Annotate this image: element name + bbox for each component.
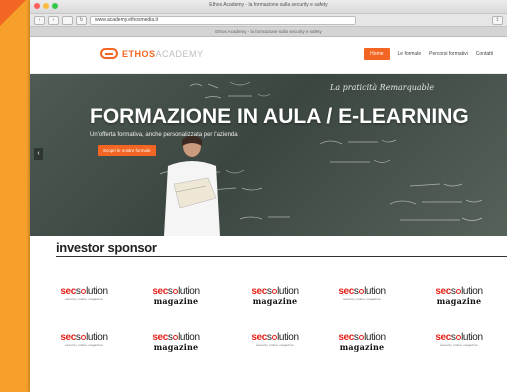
corner-accent (0, 0, 26, 26)
title-bar: Ethos Academy - la formazione sulla secu… (30, 0, 507, 14)
sol-text-a: s (450, 332, 456, 343)
site-header: ETHOSACADEMY Home Le formule Percorsi fo… (30, 37, 507, 74)
sol-text-b: lution (277, 332, 299, 343)
sol-text-b: lution (461, 332, 483, 343)
carousel-prev-button[interactable]: ‹ (34, 148, 43, 160)
secsolution-logo[interactable]: secs lution security online magazine (337, 287, 387, 302)
secsolution-logo[interactable]: secs lution security online magazine (59, 333, 109, 348)
tab-active[interactable]: Ethos Academy - la formazione sulla secu… (30, 27, 507, 37)
secsolution-logo[interactable]: secs lution magazine (337, 333, 387, 352)
magazine-text: magazine (153, 342, 199, 352)
address-bar[interactable]: www.academy.ethosmedia.it (90, 15, 356, 25)
secsolution-wordmark: secs lution (337, 287, 387, 297)
sec-text: sec (435, 332, 451, 343)
logo-mark-icon (100, 48, 118, 59)
sponsor-divider (56, 256, 507, 257)
person-with-book-image (164, 135, 220, 236)
sol-text-a: s (353, 286, 359, 297)
nav-item-percorsi[interactable]: Percorsi formativi (429, 51, 468, 57)
browser-window: Ethos Academy - la formazione sulla secu… (30, 0, 507, 392)
hero-title: FORMAZIONE IN AULA / E-LEARNING (90, 105, 469, 128)
nav-item-home[interactable]: Home (364, 48, 390, 60)
sec-text: sec (251, 332, 267, 343)
window-title: Ethos Academy - la formazione sulla secu… (209, 2, 328, 8)
sol-text-a: s (266, 332, 272, 343)
logo-text: ETHOSACADEMY (122, 49, 204, 59)
magazine-text: magazine (252, 296, 298, 306)
magazine-text: magazine (436, 296, 482, 306)
logo-text-ethos: ETHOS (122, 48, 156, 59)
secsolution-wordmark: secs lution (250, 333, 300, 343)
nav-item-formule[interactable]: Le formule (398, 51, 422, 57)
tagline-text: security online magazine (343, 297, 381, 301)
secsolution-logo[interactable]: secs lution security online magazine (434, 333, 484, 348)
forward-button[interactable]: › (48, 15, 59, 25)
sidebar-button[interactable] (62, 15, 73, 25)
sol-text-b: lution (364, 286, 386, 297)
tagline-text: security online magazine (65, 343, 103, 347)
magazine-text: magazine (153, 296, 199, 306)
secsolution-logo[interactable]: secs lution magazine (151, 333, 201, 352)
sec-text: sec (60, 286, 76, 297)
back-button[interactable]: ‹ (34, 15, 45, 25)
tagline-text: security online magazine (256, 343, 294, 347)
secsolution-logo[interactable]: secs lution security online magazine (59, 287, 109, 302)
secsolution-wordmark: secs lution (434, 333, 484, 343)
chalk-heading-text: La praticità Remarquable (329, 83, 434, 92)
secsolution-logo[interactable]: secs lution magazine (151, 287, 201, 306)
discover-formulas-button[interactable]: Scopri le nostre formule (98, 145, 156, 156)
tagline-text: security online magazine (440, 343, 478, 347)
secsolution-logo[interactable]: secs lution magazine (250, 287, 300, 306)
sol-text-a: s (75, 332, 81, 343)
sol-text-b: lution (86, 286, 108, 297)
browser-toolbar: ‹ › ↻ www.academy.ethosmedia.it ⇪ (30, 14, 507, 27)
ethos-academy-logo[interactable]: ETHOSACADEMY (100, 48, 204, 59)
hero-banner: La praticità Remarquable ‹ FORMAZIONE IN… (30, 74, 507, 236)
sec-text: sec (338, 286, 354, 297)
sponsor-heading: investor sponsor (56, 240, 157, 255)
sol-text-b: lution (86, 332, 108, 343)
sec-text: sec (60, 332, 76, 343)
share-button[interactable]: ⇪ (492, 15, 503, 25)
logo-text-academy: ACADEMY (155, 48, 204, 59)
nav-item-contatti[interactable]: Contatti (476, 51, 493, 57)
sol-text-a: s (75, 286, 81, 297)
secsolution-wordmark: secs lution (59, 287, 109, 297)
secsolution-logo[interactable]: secs lution magazine (434, 287, 484, 306)
secsolution-logo[interactable]: secs lution security online magazine (250, 333, 300, 348)
magazine-text: magazine (339, 342, 385, 352)
main-nav: Home Le formule Percorsi formativi Conta… (364, 48, 493, 60)
tagline-text: security online magazine (65, 297, 103, 301)
secsolution-wordmark: secs lution (59, 333, 109, 343)
hero-subtitle: Un'offerta formativa, anche personalizza… (90, 132, 238, 138)
reload-button[interactable]: ↻ (76, 15, 87, 25)
